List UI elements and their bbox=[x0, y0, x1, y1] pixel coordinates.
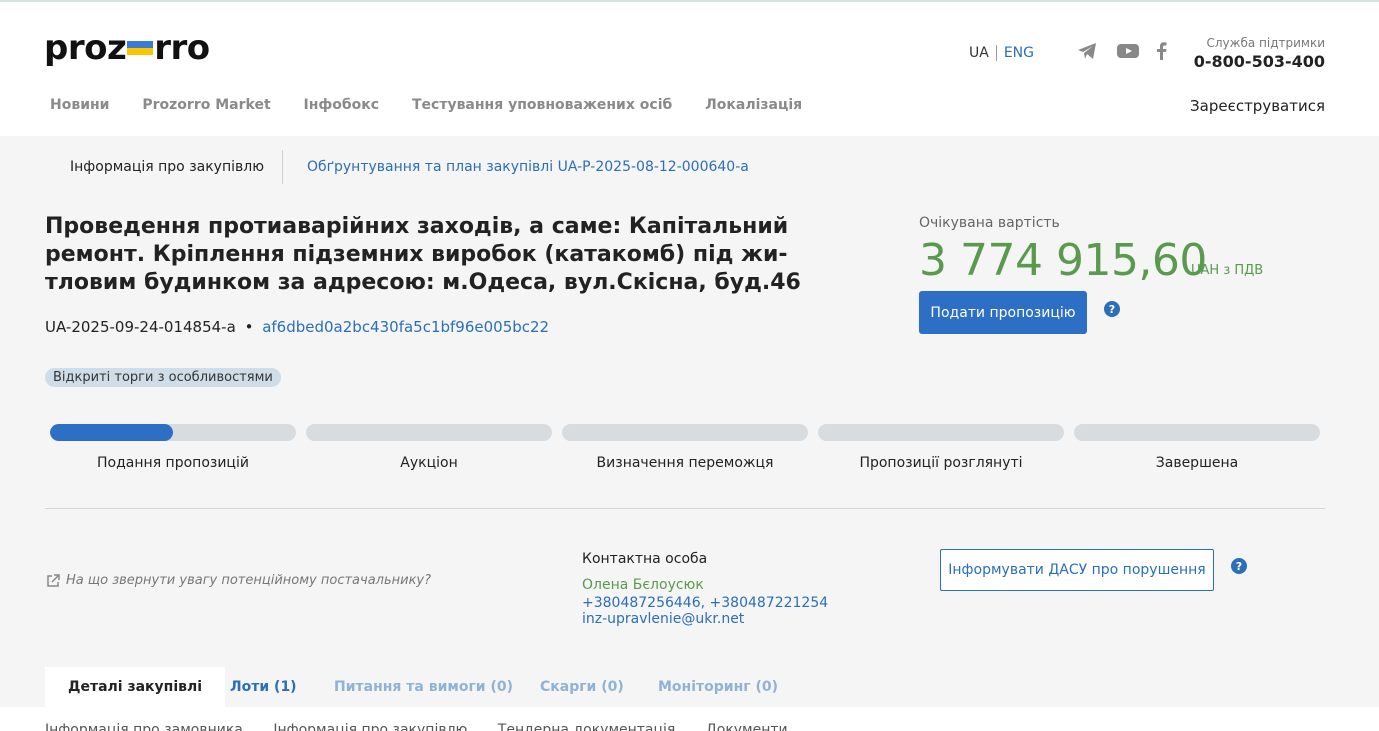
stage-label: Подання пропозицій bbox=[97, 455, 249, 471]
stage-progress-bar bbox=[818, 424, 1064, 441]
support-phone[interactable]: 0-800-503-400 bbox=[1194, 52, 1325, 71]
expected-value-label: Очікувана вартість bbox=[919, 215, 1060, 231]
external-link-icon bbox=[47, 573, 60, 587]
nav-infobox[interactable]: Інфобокс bbox=[304, 97, 380, 113]
stage-progress-fill bbox=[50, 424, 173, 441]
sub-tabs: Інформація про замовника Інформація про … bbox=[45, 722, 814, 731]
stage-progress-bar bbox=[50, 424, 296, 441]
register-link[interactable]: Зареєструватися bbox=[1190, 97, 1325, 115]
contact-person-label: Контактна особа bbox=[582, 551, 708, 567]
logo-text-right: rro bbox=[154, 28, 210, 68]
bid-help-icon[interactable]: ? bbox=[1104, 301, 1120, 317]
tab-lots[interactable]: Лоти (1) bbox=[230, 667, 297, 707]
support-label: Служба підтримки bbox=[1206, 36, 1325, 50]
support-block: Служба підтримки 0-800-503-400 bbox=[1194, 36, 1325, 71]
title-line-2: ремонт. Кріплення підземних виробок (кат… bbox=[45, 242, 788, 267]
site-header: proz rro UA ENG Служба підтримки 0-800-503… bbox=[0, 2, 1379, 136]
stage-progress-bar bbox=[562, 424, 808, 441]
title-line-1: Проведення протиаварійних заходів, а сам… bbox=[45, 214, 789, 239]
section-divider bbox=[45, 508, 1325, 509]
lang-eng[interactable]: ENG bbox=[997, 45, 1034, 61]
report-dasu-button[interactable]: Інформувати ДАСУ про порушення bbox=[940, 549, 1214, 591]
stage-label: Завершена bbox=[1155, 455, 1239, 471]
expected-value: 3 774 915,60 bbox=[919, 235, 1207, 286]
procedure-badge: Відкриті торги з особливостями bbox=[45, 368, 281, 387]
id-separator: • bbox=[244, 318, 254, 336]
stage-label: Пропозиції розглянуті bbox=[859, 455, 1023, 471]
nav-news[interactable]: Новини bbox=[50, 97, 110, 113]
tab-divider bbox=[282, 150, 283, 184]
contact-phones[interactable]: +380487256446, +380487221254 bbox=[582, 595, 828, 611]
tab-questions[interactable]: Питання та вимоги (0) bbox=[334, 667, 513, 707]
ukraine-flag-icon bbox=[127, 40, 154, 55]
tab-procurement-plan[interactable]: Обґрунтування та план закупівлі UA-P-202… bbox=[307, 159, 749, 175]
stage-2: Аукціон bbox=[306, 424, 552, 471]
stage-label: Визначення переможця bbox=[596, 455, 774, 471]
supplier-hint-link[interactable]: На що звернути увагу потенційному постач… bbox=[46, 573, 431, 588]
page-title: Проведення протиаварійних заходів, а сам… bbox=[45, 213, 825, 297]
nav-testing[interactable]: Тестування уповноважених осіб bbox=[412, 97, 672, 113]
contact-email[interactable]: inz-upravlenie@ukr.net bbox=[582, 611, 744, 627]
stage-4: Пропозиції розглянуті bbox=[818, 424, 1064, 471]
tab-complaints[interactable]: Скарги (0) bbox=[540, 667, 624, 707]
tender-ids: UA-2025-09-24-014854-a • af6dbed0a2bc430… bbox=[45, 318, 549, 336]
supplier-hint-text: На що звернути увагу потенційному постач… bbox=[66, 573, 432, 588]
language-switcher: UA ENG bbox=[969, 45, 1034, 61]
prozorro-logo[interactable]: proz rro bbox=[44, 28, 210, 68]
subtab-documents[interactable]: Документи bbox=[706, 722, 788, 731]
lang-ua[interactable]: UA bbox=[969, 45, 997, 61]
subtab-tender-docs[interactable]: Тендерна документація bbox=[498, 722, 676, 731]
nav-localization[interactable]: Локалізація bbox=[705, 97, 802, 113]
stage-5: Завершена bbox=[1074, 424, 1320, 471]
title-line-3: тловим будинком за адресою: м.Одеса, вул… bbox=[45, 270, 801, 295]
submit-bid-button[interactable]: Подати пропозицію bbox=[919, 291, 1087, 334]
subtab-customer-info[interactable]: Інформація про замовника bbox=[45, 722, 243, 731]
stage-3: Визначення переможця bbox=[562, 424, 808, 471]
dasu-help-icon[interactable]: ? bbox=[1231, 558, 1247, 574]
tab-monitoring[interactable]: Моніторинг (0) bbox=[658, 667, 778, 707]
stage-1: Подання пропозицій bbox=[50, 424, 296, 471]
tab-details[interactable]: Деталі закупівлі bbox=[45, 667, 226, 707]
tender-hash-link[interactable]: af6dbed0a2bc430fa5c1bf96e005bc22 bbox=[262, 318, 549, 336]
stage-progress-bar bbox=[306, 424, 552, 441]
stage-label: Аукціон bbox=[400, 455, 458, 471]
nav-prozorro-market[interactable]: Prozorro Market bbox=[142, 97, 270, 113]
stage-progress-bar bbox=[1074, 424, 1320, 441]
contact-name: Олена Бєлоусюк bbox=[582, 577, 704, 593]
tender-id: UA-2025-09-24-014854-a bbox=[45, 318, 236, 336]
facebook-icon[interactable] bbox=[1156, 42, 1167, 60]
tab-procurement-info[interactable]: Інформація про закупівлю bbox=[70, 159, 264, 175]
main-nav: Новини Prozorro Market Інфобокс Тестуван… bbox=[50, 97, 830, 113]
value-unit: UAH з ПДВ bbox=[1191, 263, 1264, 278]
logo-text-left: proz bbox=[44, 28, 127, 68]
subtab-procurement-info[interactable]: Інформація про закупівлю bbox=[273, 722, 467, 731]
youtube-icon[interactable] bbox=[1117, 42, 1139, 60]
telegram-icon[interactable] bbox=[1077, 42, 1097, 60]
